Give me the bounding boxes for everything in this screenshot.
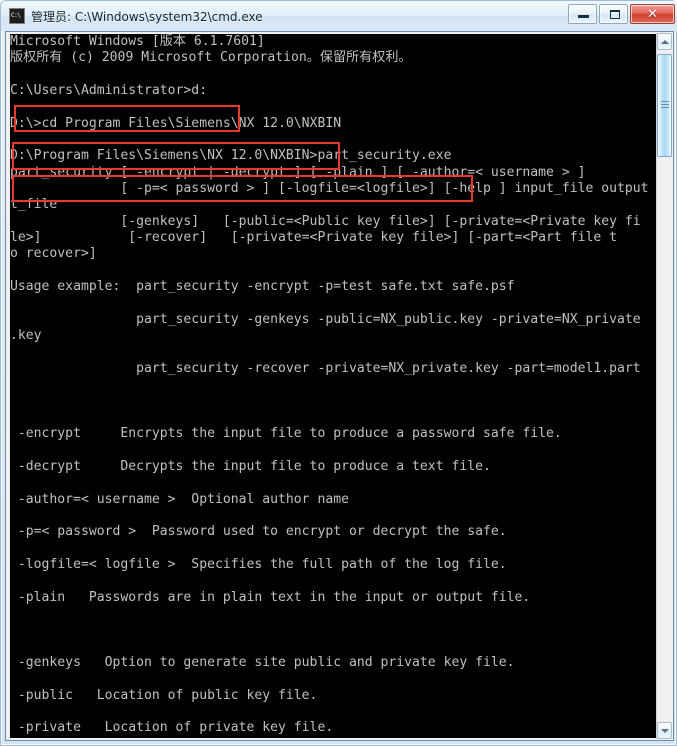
title-bar[interactable]: 管理员: C:\Windows\system32\cmd.exe ✕ xyxy=(1,1,677,31)
console-line: -genkeys Option to generate site public … xyxy=(10,655,515,671)
console-line: -decrypt Decrypts the input file to prod… xyxy=(10,458,491,474)
close-icon: ✕ xyxy=(647,6,658,22)
window-controls: ✕ xyxy=(568,4,675,24)
console-icon xyxy=(9,8,25,24)
chevron-up-icon xyxy=(660,39,669,44)
console-line: D:\>cd Program Files\Siemens\NX 12.0\NXB… xyxy=(10,115,342,131)
maximize-icon xyxy=(610,10,620,19)
console-line: -author=< username > Optional author nam… xyxy=(10,491,349,507)
console-line: 版权所有 (c) 2009 Microsoft Corporation。保留所有… xyxy=(10,50,412,66)
console-line: part_security -recover -private=NX_priva… xyxy=(10,360,641,376)
console-line: [-genkeys] [-public=<Public key file>] [… xyxy=(10,213,641,229)
minimize-button[interactable] xyxy=(568,4,597,24)
console-line: o recover>] xyxy=(10,246,97,262)
maximize-button[interactable] xyxy=(599,4,628,24)
console-line: [ -p=< password > ] [-logfile=<logfile>]… xyxy=(10,181,649,197)
window-title: 管理员: C:\Windows\system32\cmd.exe xyxy=(31,9,263,24)
console-line: t_file xyxy=(10,197,58,213)
cmd-window: 管理员: C:\Windows\system32\cmd.exe ✕ Micro… xyxy=(0,0,677,746)
console-line: -private Location of private key file. xyxy=(10,720,334,736)
close-button[interactable]: ✕ xyxy=(630,4,675,24)
scroll-up-button[interactable] xyxy=(657,33,672,50)
console-line: .key xyxy=(10,328,42,344)
scrollbar-grip-icon xyxy=(661,101,669,110)
console-output: Microsoft Windows [版本 6.1.7601] 版权所有 (c) … xyxy=(10,34,656,737)
console-line: Usage example: part_security -encrypt -p… xyxy=(10,279,515,295)
minimize-icon xyxy=(578,15,589,18)
console-line: D:\Program Files\Siemens\NX 12.0\NXBIN>p… xyxy=(10,148,452,164)
console-screen[interactable]: Microsoft Windows [版本 6.1.7601] 版权所有 (c) … xyxy=(10,34,656,738)
vertical-scrollbar[interactable] xyxy=(656,33,672,739)
console-line: -plain Passwords are in plain text in th… xyxy=(10,589,531,605)
console-line: -encrypt Encrypts the input file to prod… xyxy=(10,426,562,442)
console-client-area: Microsoft Windows [版本 6.1.7601] 版权所有 (c) … xyxy=(5,31,674,741)
console-line: part_security -genkeys -public=NX_public… xyxy=(10,311,641,327)
scrollbar-thumb[interactable] xyxy=(657,54,672,157)
console-line: Microsoft Windows [版本 6.1.7601] xyxy=(10,34,265,49)
console-line: -p=< password > Password used to encrypt… xyxy=(10,524,507,540)
console-line: part_security [ -encrypt | -decrypt ] [ … xyxy=(10,164,586,180)
console-line: le>] [-recover] [-private=<Private key f… xyxy=(10,230,617,246)
chevron-down-icon xyxy=(660,728,669,733)
console-line: -logfile=< logfile > Specifies the full … xyxy=(10,557,507,572)
console-line: C:\Users\Administrator>d: xyxy=(10,83,208,99)
scroll-down-button[interactable] xyxy=(657,722,672,739)
console-line: -public Location of public key file. xyxy=(10,687,318,703)
